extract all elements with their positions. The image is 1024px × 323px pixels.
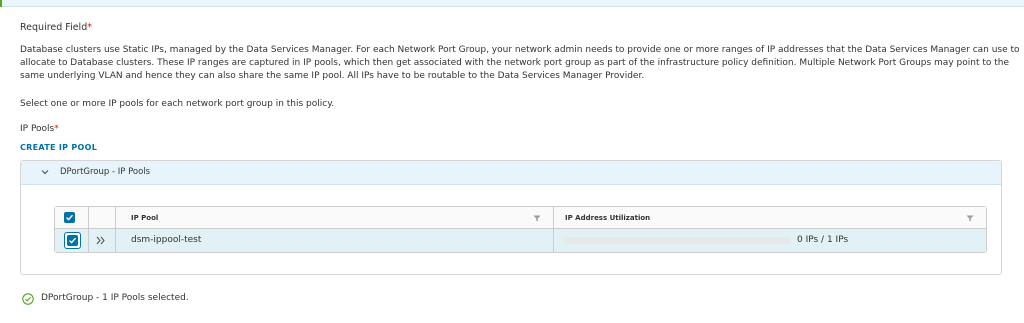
port-group-panel: DPortGroup - IP Pools IP Pool IP Address… [20,160,1002,275]
checkmark-icon [69,237,77,244]
column-separator [115,207,116,229]
ip-pools-required-marker: * [54,124,59,134]
filter-icon[interactable] [533,215,541,222]
ip-pools-label: IP Pools* [20,124,59,134]
column-header-ip-pool[interactable]: IP Pool [131,214,158,222]
checkmark-icon [66,214,74,221]
required-field-text: Required Field [20,22,88,33]
column-separator [88,229,89,252]
utilization-text: 0 IPs / 1 IPs [797,235,849,245]
column-separator [88,207,89,229]
column-header-utilization[interactable]: IP Address Utilization [565,214,650,222]
required-field-label: Required Field* [20,22,92,33]
column-separator [553,207,554,229]
filter-icon[interactable] [966,215,974,222]
select-all-checkbox[interactable] [64,212,75,223]
row-checkbox-box [67,235,78,246]
datagrid-header: IP Pool IP Address Utilization [55,207,986,229]
port-group-title: DPortGroup - IP Pools [60,167,151,177]
description-text: Database clusters use Static IPs, manage… [20,45,1020,81]
column-separator [553,229,554,252]
column-separator [115,229,116,252]
top-banner [0,0,1024,7]
port-group-header[interactable]: DPortGroup - IP Pools [21,161,1001,185]
success-circle-icon [22,293,34,305]
table-row[interactable]: dsm-ippool-test 0 IPs / 1 IPs [55,229,986,252]
banner-accent [0,0,2,7]
select-hint-text: Select one or more IP pools for each net… [20,99,335,109]
required-marker: * [87,22,92,33]
chevron-down-icon[interactable] [40,167,50,177]
expand-row-icon[interactable] [96,236,106,245]
ip-pool-datagrid: IP Pool IP Address Utilization dsm-ippoo… [54,206,987,253]
ip-pools-label-text: IP Pools [20,124,55,134]
ip-pool-name: dsm-ippool-test [131,235,202,245]
selection-status-text: DPortGroup - 1 IP Pools selected. [41,293,189,303]
utilization-bar [564,237,790,244]
create-ip-pool-link[interactable]: CREATE IP POOL [20,143,97,152]
row-checkbox[interactable] [64,232,81,249]
